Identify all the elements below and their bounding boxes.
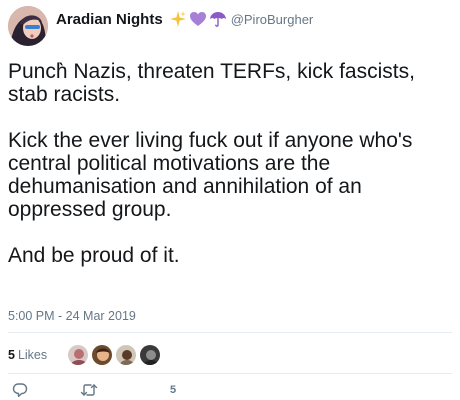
umbrella-icon [209, 12, 226, 27]
divider-top [8, 332, 452, 333]
liker-avatar[interactable] [67, 344, 90, 366]
retweet-button[interactable] [80, 381, 98, 399]
likes-row: 5 Likes [8, 341, 162, 369]
liker-avatar[interactable] [115, 344, 138, 366]
author-avatar[interactable] [8, 6, 48, 46]
retweet-icon [80, 384, 98, 396]
author-handle[interactable]: @PiroBurgher [231, 12, 314, 27]
tweet-actions: 5 [8, 381, 308, 399]
divider-bottom [8, 373, 452, 374]
like-icon [148, 383, 164, 397]
tweet-timestamp[interactable]: 5:00 PM - 24 Mar 2019 [8, 309, 136, 323]
sparkles-icon [169, 11, 186, 27]
tweet-text: Punch̀ Nazis, threaten TERFs, kick fasci… [8, 60, 415, 267]
purple-heart-icon [189, 12, 206, 26]
like-button[interactable]: 5 [148, 381, 176, 399]
likes-label[interactable]: Likes [18, 348, 47, 362]
author-display-name[interactable]: Aradian Nights [56, 11, 163, 28]
liker-avatar[interactable] [91, 344, 114, 366]
reply-icon [12, 383, 28, 397]
reply-button[interactable] [12, 381, 28, 399]
liker-avatar[interactable] [139, 344, 162, 366]
name-emojis [169, 10, 227, 28]
likes-count[interactable]: 5 [8, 348, 15, 362]
liker-avatars [67, 344, 162, 366]
author-name-row: Aradian Nights @PiroBurgher [56, 8, 313, 30]
like-count: 5 [170, 384, 177, 396]
tweet-header: Aradian Nights @PiroBurgher [8, 6, 452, 50]
